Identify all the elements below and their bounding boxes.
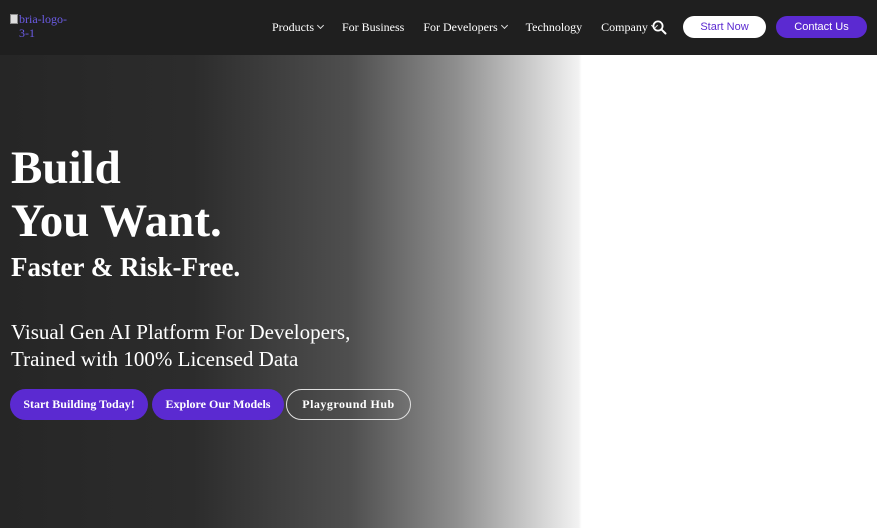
start-now-button[interactable]: Start Now <box>683 16 766 38</box>
broken-image-icon <box>10 14 18 24</box>
hero-subtitle: Faster & Risk-Free. <box>11 252 241 282</box>
playground-hub-button[interactable]: Playground Hub <box>286 389 411 420</box>
main-nav: Products For Business For Developers Tec… <box>272 0 676 55</box>
hero-title: Build You Want. <box>11 142 222 248</box>
nav-item-label: Company <box>601 20 648 34</box>
nav-item-label: For Business <box>342 20 405 34</box>
nav-item-label: Products <box>272 20 314 34</box>
start-building-button[interactable]: Start Building Today! <box>10 389 148 420</box>
hero-title-line-1: Build <box>11 142 121 194</box>
chevron-down-icon <box>316 21 325 30</box>
nav-item-products[interactable]: Products <box>272 20 325 35</box>
contact-us-button[interactable]: Contact Us <box>776 16 867 38</box>
hero-description-line-2: Trained with 100% Licensed Data <box>11 347 299 371</box>
hero-section <box>0 55 877 528</box>
hero-description: Visual Gen AI Platform For Developers, T… <box>11 319 350 373</box>
search-button[interactable] <box>652 20 667 35</box>
nav-item-technology[interactable]: Technology <box>526 20 582 35</box>
hero-description-line-1: Visual Gen AI Platform For Developers, <box>11 320 351 344</box>
chevron-down-icon <box>500 21 508 30</box>
nav-item-label: For Developers <box>423 20 498 34</box>
explore-models-button[interactable]: Explore Our Models <box>152 389 284 420</box>
search-icon <box>652 20 667 35</box>
nav-item-for-developers[interactable]: For Developers <box>423 20 508 35</box>
nav-item-company[interactable]: Company <box>601 20 658 35</box>
hero-title-line-2: You Want. <box>11 195 222 247</box>
top-navbar: bria-logo-3-1 Products For Business For … <box>0 0 877 55</box>
nav-item-label: Technology <box>525 20 583 34</box>
nav-item-for-business[interactable]: For Business <box>342 20 404 35</box>
logo-alt-text: bria-logo-3-1 <box>19 12 67 40</box>
brand-logo[interactable]: bria-logo-3-1 <box>10 12 70 40</box>
